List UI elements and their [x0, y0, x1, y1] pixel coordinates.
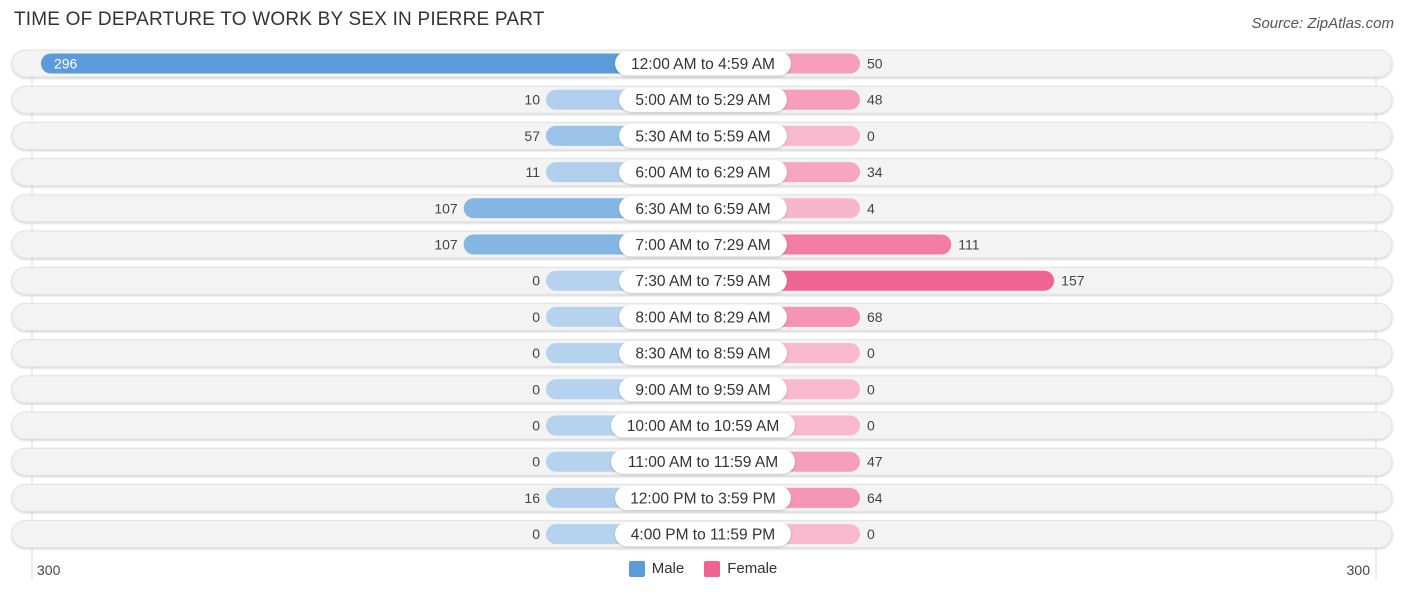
legend: Male Female: [0, 560, 1406, 577]
category-label: 8:00 AM to 8:29 AM: [635, 309, 770, 326]
value-label-male: 0: [532, 345, 540, 361]
value-label-female: 157: [1061, 273, 1085, 289]
legend-label-male: Male: [651, 560, 685, 577]
legend-swatch-male: [628, 560, 645, 577]
category-label: 6:30 AM to 6:59 AM: [635, 201, 770, 218]
category-label: 12:00 PM to 3:59 PM: [630, 490, 776, 507]
value-label-female: 50: [867, 56, 883, 72]
value-label-male: 0: [532, 309, 540, 325]
value-label-female: 48: [867, 92, 883, 108]
row-2: 57 0 5:30 AM to 5:59 AM: [11, 121, 1393, 150]
value-label-female: 64: [867, 490, 883, 506]
value-label-female: 4: [867, 200, 875, 216]
value-label-male: 0: [532, 381, 540, 397]
row-3: 11 34 6:00 AM to 6:29 AM: [11, 158, 1393, 187]
value-label-female: 0: [867, 128, 875, 144]
row-6: 0 157 7:30 AM to 7:59 AM: [11, 266, 1393, 295]
row-0: 296 50 12:00 AM to 4:59 AM: [11, 49, 1393, 78]
category-label: 7:30 AM to 7:59 AM: [635, 273, 770, 290]
row-10: 0 0 10:00 AM to 10:59 AM: [11, 411, 1393, 440]
value-label-male: 0: [532, 526, 540, 542]
value-label-female: 0: [867, 381, 875, 397]
value-label-female: 0: [867, 418, 875, 434]
value-label-male: 10: [524, 92, 540, 108]
chart-canvas: 296 50 12:00 AM to 4:59 AM 10 48 5:00 AM to 5…: [11, 49, 1393, 580]
row-4: 107 4 6:30 AM to 6:59 AM: [11, 194, 1393, 223]
value-label-male: 0: [532, 273, 540, 289]
legend-label-female: Female: [727, 560, 778, 577]
row-8: 0 0 8:30 AM to 8:59 AM: [11, 339, 1393, 368]
legend-item-male[interactable]: Male: [628, 560, 685, 577]
category-label: 8:30 AM to 8:59 AM: [635, 346, 770, 363]
value-label-female: 47: [867, 454, 883, 470]
row-1: 10 48 5:00 AM to 5:29 AM: [11, 85, 1393, 114]
legend-item-female[interactable]: Female: [704, 560, 777, 577]
category-label: 9:00 AM to 9:59 AM: [635, 382, 770, 399]
category-label: 4:00 PM to 11:59 PM: [631, 527, 775, 544]
value-label-male: 16: [524, 490, 540, 506]
value-label-female: 68: [867, 309, 883, 325]
value-label-male: 107: [434, 200, 458, 216]
value-label-female: 0: [867, 345, 875, 361]
row-9: 0 0 9:00 AM to 9:59 AM: [11, 375, 1393, 404]
legend-swatch-female: [704, 560, 721, 577]
category-label: 5:30 AM to 5:59 AM: [635, 128, 770, 145]
category-label: 7:00 AM to 7:29 AM: [635, 237, 770, 254]
value-label-male: 11: [525, 164, 540, 180]
row-7: 0 68 8:00 AM to 8:29 AM: [11, 302, 1393, 331]
row-12: 16 64 12:00 PM to 3:59 PM: [11, 483, 1393, 512]
category-label: 6:00 AM to 6:29 AM: [635, 165, 770, 182]
value-label-male: 107: [434, 237, 458, 253]
value-label-male: 296: [54, 56, 78, 72]
category-label: 12:00 AM to 4:59 AM: [631, 56, 775, 73]
category-label: 5:00 AM to 5:29 AM: [635, 92, 770, 109]
category-label: 10:00 AM to 10:59 AM: [627, 418, 780, 435]
row-11: 0 47 11:00 AM to 11:59 AM: [11, 447, 1393, 476]
value-label-male: 57: [524, 128, 540, 144]
value-label-female: 34: [867, 164, 883, 180]
value-label-male: 0: [532, 418, 540, 434]
value-label-male: 0: [532, 454, 540, 470]
row-13: 0 0 4:00 PM to 11:59 PM: [11, 520, 1393, 549]
category-label: 11:00 AM to 11:59 AM: [628, 454, 778, 471]
row-5: 107 111 7:00 AM to 7:29 AM: [11, 230, 1393, 259]
value-label-female: 0: [867, 526, 875, 542]
value-label-female: 111: [958, 237, 979, 253]
bar-male: [40, 53, 704, 74]
